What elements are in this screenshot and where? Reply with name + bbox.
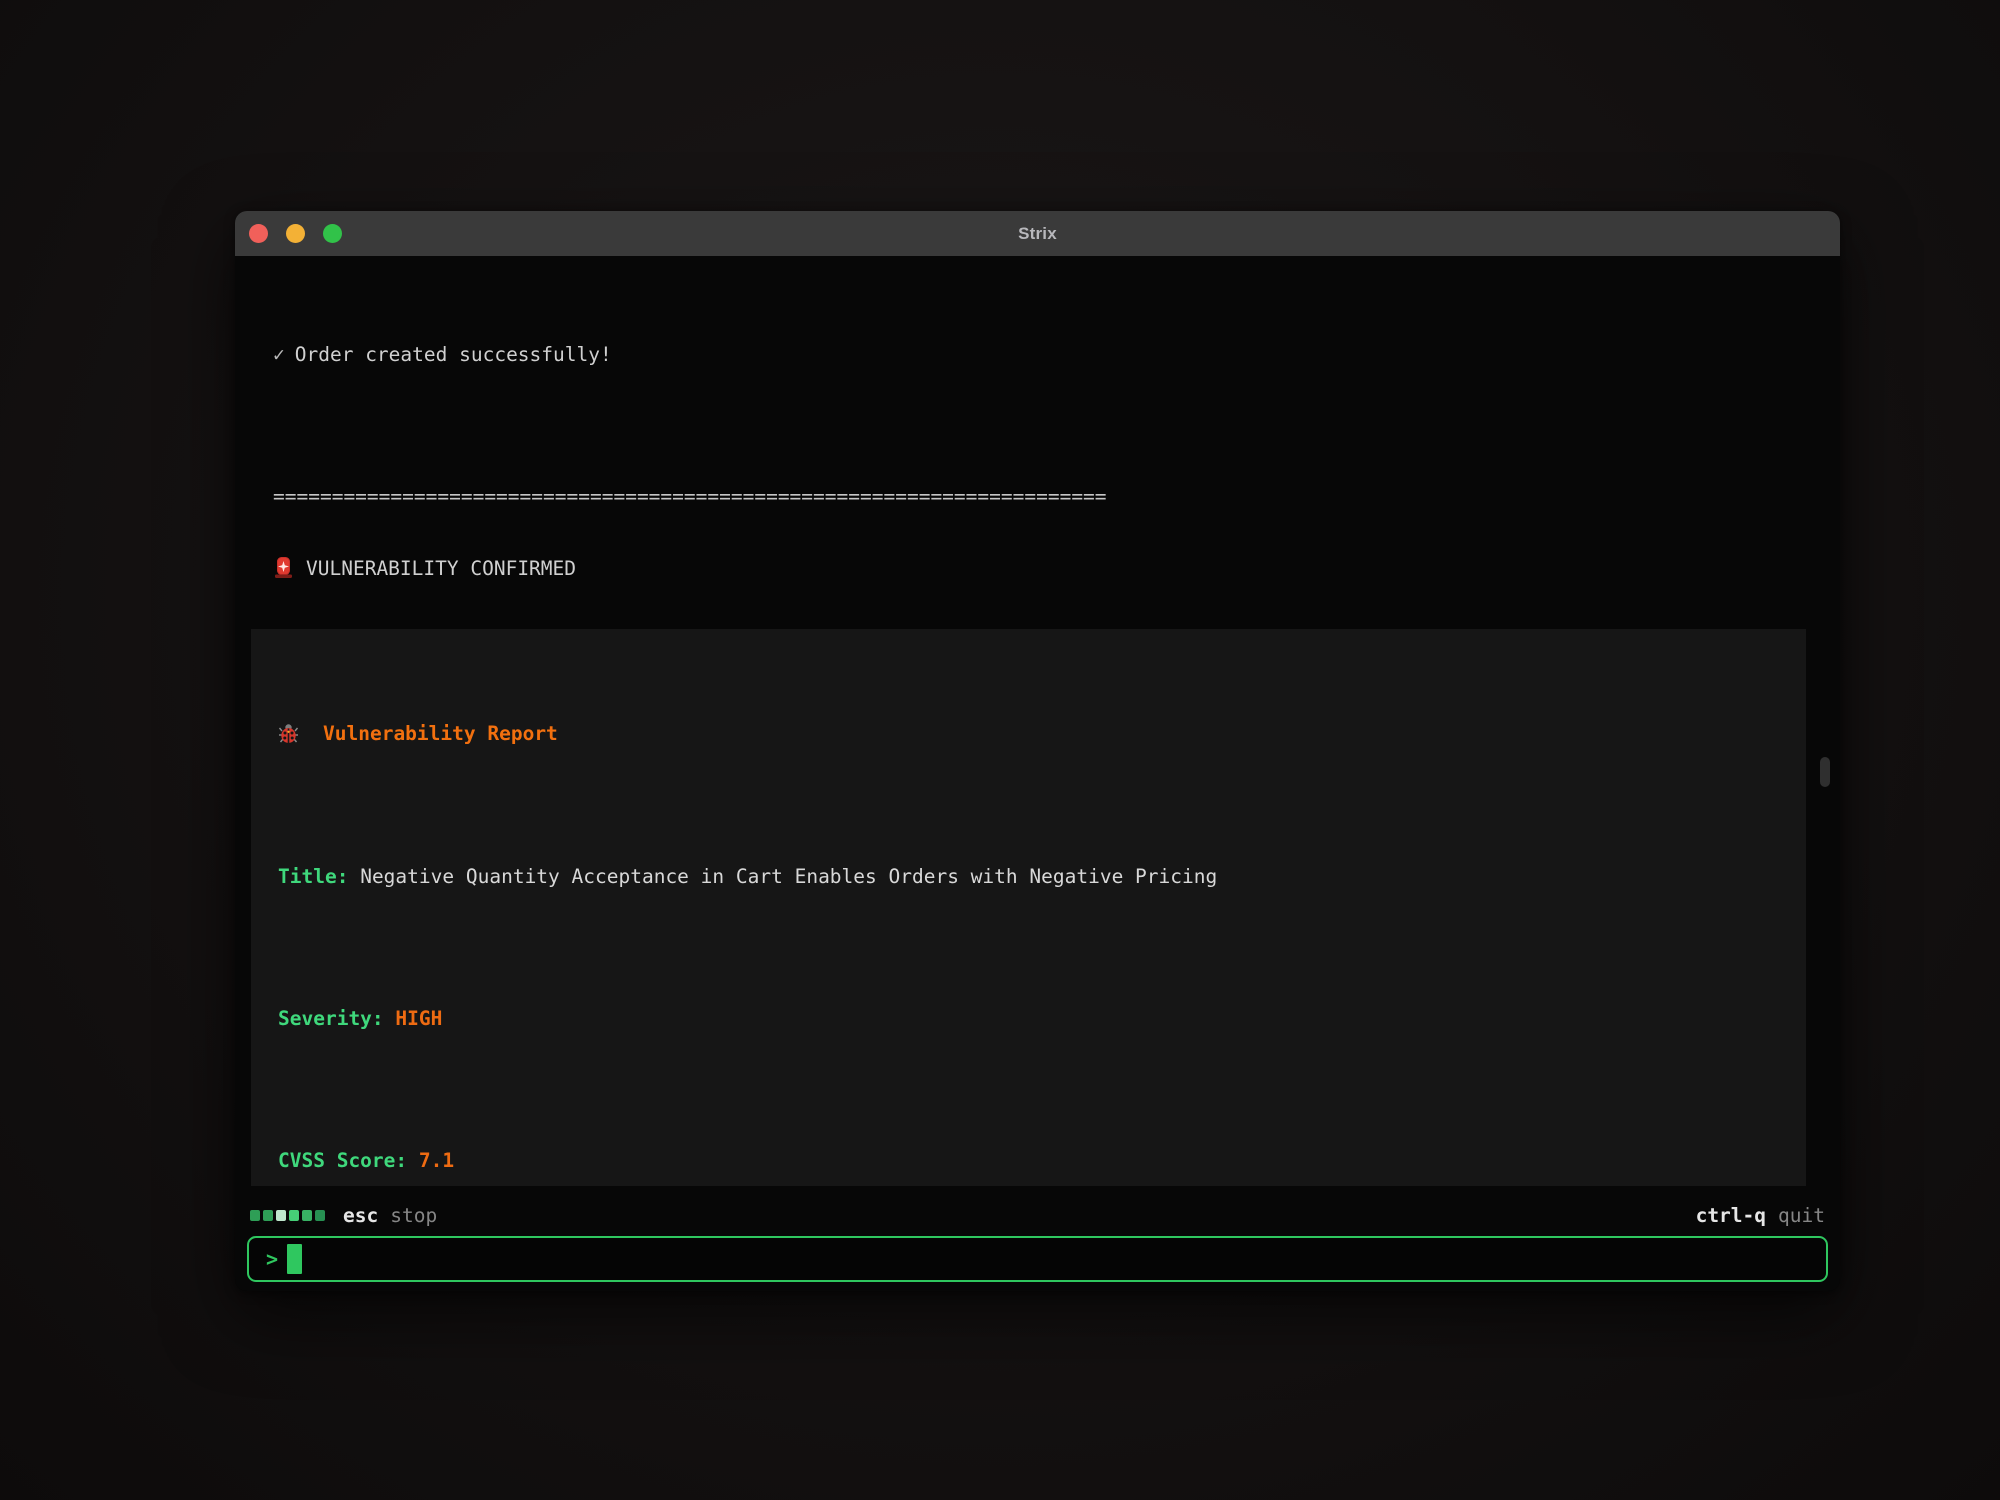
log-vuln-confirmed: VULNERABILITY CONFIRMED bbox=[273, 556, 1840, 580]
log-order-created: ✓Order created successfully! bbox=[273, 343, 1840, 367]
report-title: Title: Negative Quantity Acceptance in C… bbox=[278, 865, 1779, 889]
status-bar: esc stop ctrl-q quit bbox=[235, 1195, 1840, 1236]
text-cursor bbox=[287, 1244, 302, 1274]
esc-action-label: stop bbox=[390, 1204, 437, 1227]
separator-line: ========================================… bbox=[273, 485, 1840, 509]
close-window-button[interactable] bbox=[249, 224, 268, 243]
esc-key-hint: esc bbox=[343, 1204, 378, 1227]
traffic-lights bbox=[249, 224, 342, 243]
quit-action-label: quit bbox=[1778, 1204, 1825, 1227]
scrollbar-thumb[interactable] bbox=[1820, 757, 1830, 787]
maximize-window-button[interactable] bbox=[323, 224, 342, 243]
siren-icon bbox=[273, 556, 294, 579]
terminal-output: ✓Order created successfully! ===========… bbox=[235, 256, 1840, 1195]
report-cvss-score: CVSS Score: 7.1 bbox=[278, 1149, 1779, 1173]
window-title: Strix bbox=[1018, 224, 1057, 244]
titlebar[interactable]: Strix bbox=[235, 211, 1840, 256]
command-input[interactable]: > bbox=[247, 1236, 1828, 1282]
severity-badge: HIGH bbox=[395, 1007, 442, 1030]
quit-key-hint: ctrl-q bbox=[1696, 1204, 1766, 1227]
minimize-window-button[interactable] bbox=[286, 224, 305, 243]
terminal-window: Strix ✓Order created successfully! =====… bbox=[235, 211, 1840, 1291]
prompt-chevron: > bbox=[266, 1247, 278, 1271]
spinner-icon bbox=[250, 1210, 325, 1221]
report-severity: Severity: HIGH bbox=[278, 1007, 1779, 1031]
bug-icon bbox=[278, 723, 299, 744]
report-header: Vulnerability Report bbox=[278, 722, 1779, 746]
check-icon: ✓ bbox=[273, 343, 295, 366]
vulnerability-report-panel: Vulnerability Report Title: Negative Qua… bbox=[251, 629, 1806, 1186]
